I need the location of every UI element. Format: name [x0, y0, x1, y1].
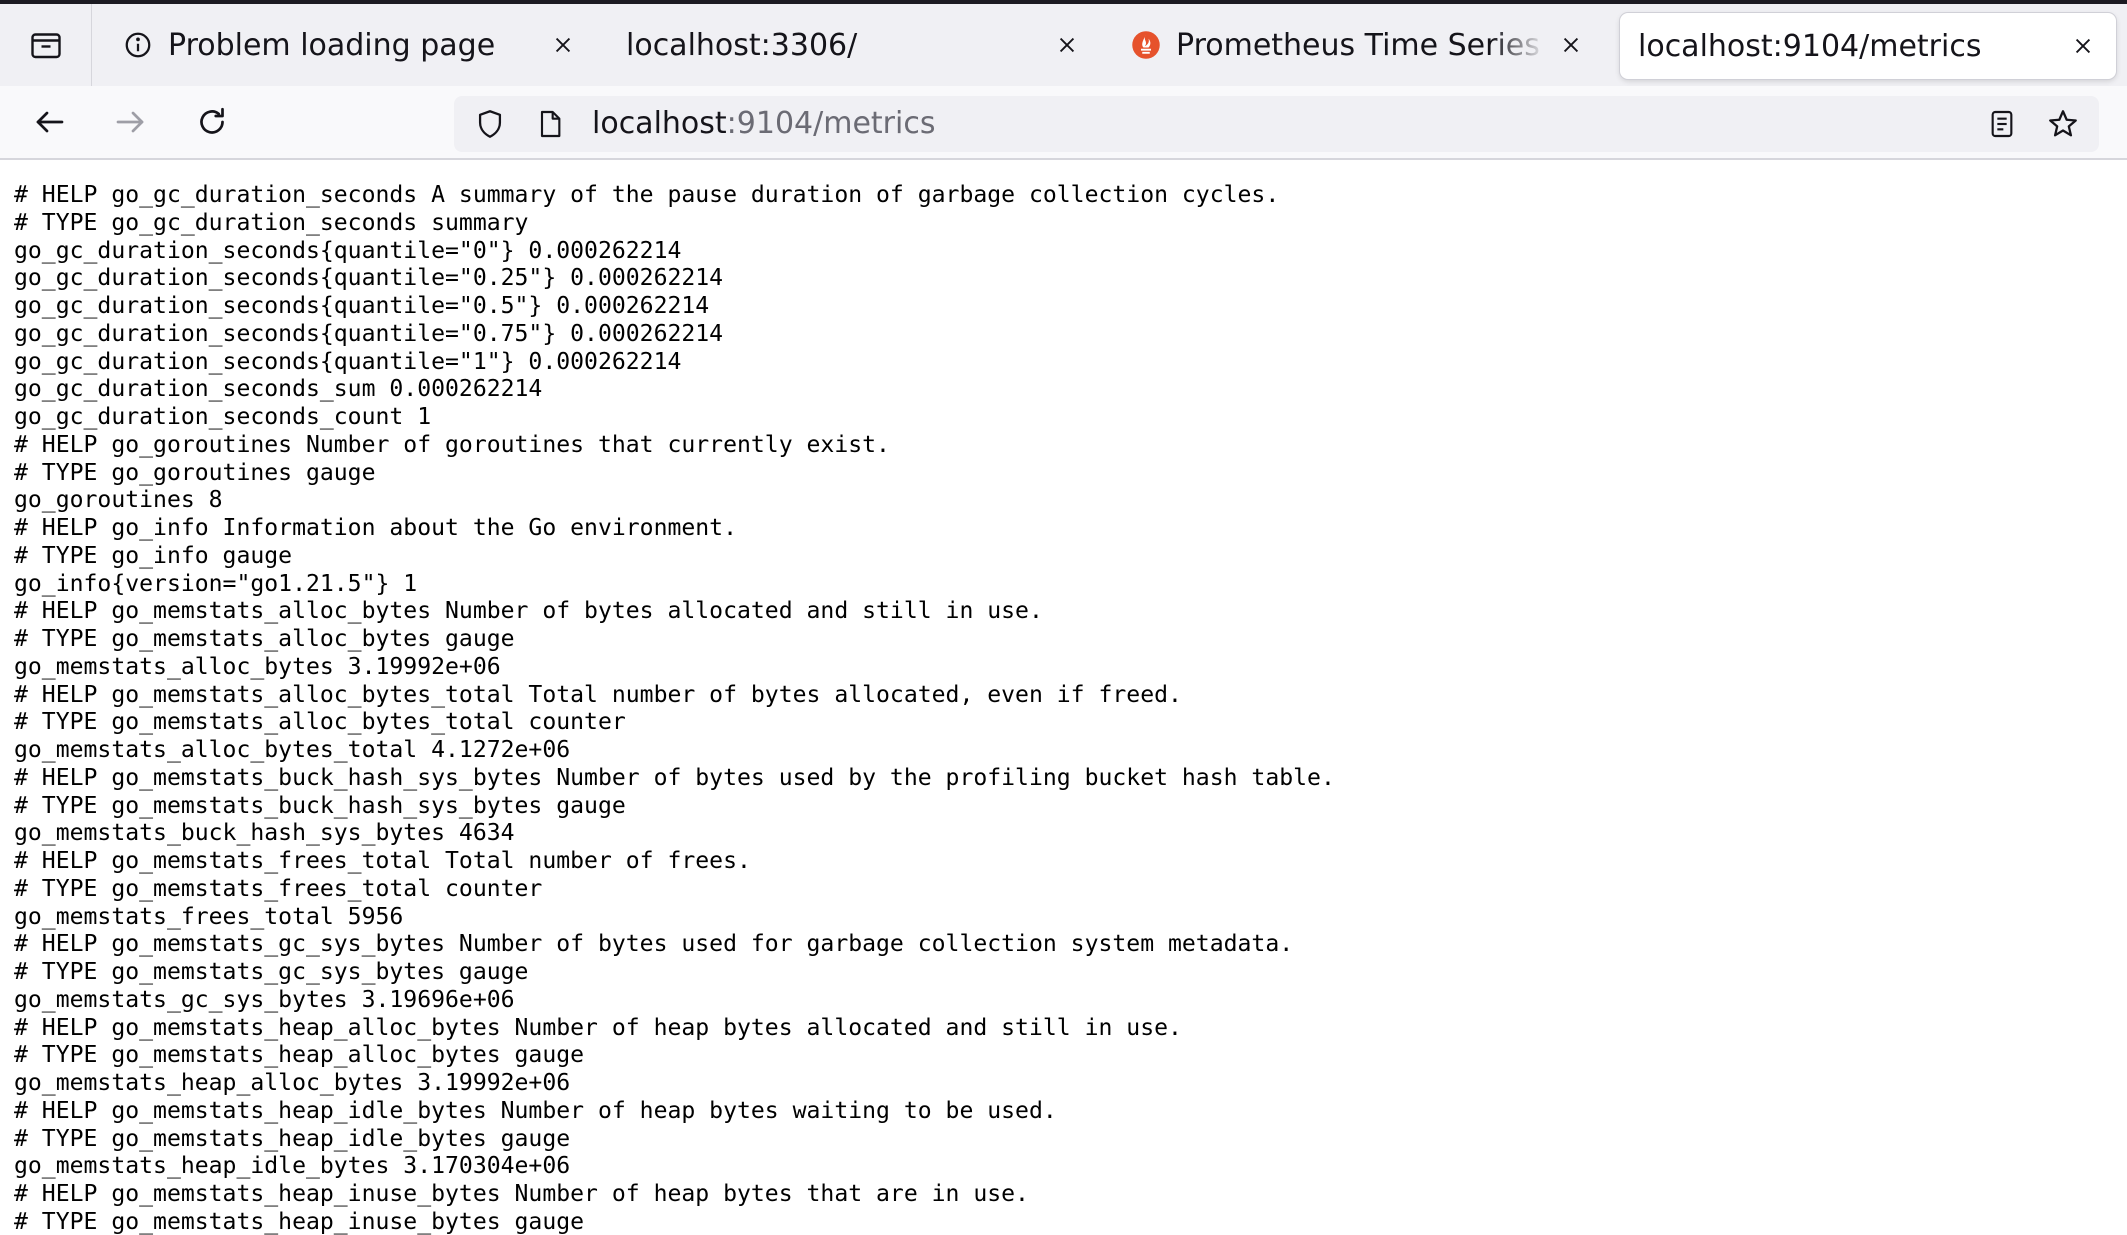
- prometheus-icon: [1130, 29, 1162, 61]
- metrics-line: go_memstats_alloc_bytes 3.19992e+06: [14, 653, 501, 680]
- info-icon: [122, 29, 154, 61]
- metrics-line: # HELP go_memstats_buck_hash_sys_bytes N…: [14, 764, 1335, 791]
- url-text[interactable]: localhost:9104/metrics: [592, 96, 935, 152]
- address-bar[interactable]: localhost:9104/metrics: [454, 96, 2099, 152]
- metrics-line: # TYPE go_memstats_heap_idle_bytes gauge: [14, 1125, 571, 1152]
- reload-icon: [200, 107, 224, 134]
- metrics-text: # HELP go_gc_duration_seconds A summary …: [14, 182, 2114, 1235]
- back-arrow-icon: [36, 111, 64, 133]
- close-tab-icon[interactable]: [548, 30, 578, 60]
- metrics-line: go_gc_duration_seconds{quantile="0.75"} …: [14, 320, 724, 347]
- metrics-line: go_memstats_alloc_bytes_total 4.1272e+06: [14, 737, 571, 763]
- metrics-line: go_gc_duration_seconds{quantile="0.25"} …: [14, 265, 724, 292]
- metrics-line: go_gc_duration_seconds_sum 0.000262214: [14, 376, 543, 403]
- metrics-line: # HELP go_memstats_frees_total Total num…: [14, 848, 751, 874]
- navigation-toolbar: localhost:9104/metrics: [0, 86, 2127, 160]
- close-tab-icon[interactable]: [1556, 30, 1586, 60]
- forward-button[interactable]: [104, 96, 156, 148]
- page-info-icon[interactable]: [532, 106, 568, 142]
- metrics-page-content: # HELP go_gc_duration_seconds A summary …: [14, 182, 2114, 1235]
- metrics-line: # HELP go_memstats_gc_sys_bytes Number o…: [14, 931, 1294, 958]
- reader-view-icon[interactable]: [1984, 106, 2020, 142]
- metrics-line: go_memstats_buck_hash_sys_bytes 4634: [14, 820, 515, 847]
- metrics-line: # HELP go_memstats_heap_alloc_bytes Numb…: [14, 1014, 1182, 1041]
- back-button[interactable]: [24, 96, 76, 148]
- tab-strip: Problem loading page localhost:3306/ Pro…: [0, 4, 2127, 86]
- metrics-line: # HELP go_memstats_heap_inuse_bytes Numb…: [14, 1181, 1029, 1207]
- tab-title: Prometheus Time Series Collection and Pr…: [1176, 27, 1546, 63]
- metrics-line: # TYPE go_memstats_gc_sys_bytes gauge: [14, 959, 529, 985]
- metrics-line: # TYPE go_memstats_heap_inuse_bytes gaug…: [14, 1208, 585, 1235]
- metrics-line: go_memstats_heap_alloc_bytes 3.19992e+06: [14, 1070, 571, 1096]
- metrics-line: go_memstats_gc_sys_bytes 3.19696e+06: [14, 986, 515, 1013]
- metrics-line: # HELP go_memstats_alloc_bytes_total Tot…: [14, 681, 1182, 708]
- forward-arrow-icon: [116, 111, 144, 133]
- tab-prometheus[interactable]: Prometheus Time Series Collection and Pr…: [1104, 4, 1604, 86]
- url-path: :9104/metrics: [726, 106, 936, 141]
- metrics-line: go_info{version="go1.21.5"} 1: [14, 570, 418, 597]
- close-tab-icon[interactable]: [2068, 31, 2098, 61]
- metrics-line: # HELP go_goroutines Number of goroutine…: [14, 431, 890, 458]
- close-tab-icon[interactable]: [1052, 30, 1082, 60]
- metrics-line: # TYPE go_goroutines gauge: [14, 459, 376, 486]
- metrics-line: # TYPE go_memstats_alloc_bytes gauge: [14, 626, 515, 652]
- metrics-line: # HELP go_info Information about the Go …: [14, 515, 737, 541]
- url-host: localhost: [592, 106, 727, 141]
- firefox-view-icon: [30, 33, 61, 59]
- metrics-line: # TYPE go_memstats_frees_total counter: [14, 875, 543, 902]
- metrics-line: # HELP go_gc_duration_seconds A summary …: [14, 182, 1280, 208]
- reload-button[interactable]: [186, 96, 238, 148]
- tab-localhost-3306[interactable]: localhost:3306/: [600, 4, 1100, 86]
- metrics-line: go_gc_duration_seconds{quantile="0"} 0.0…: [14, 237, 682, 264]
- metrics-line: # TYPE go_memstats_alloc_bytes_total cou…: [14, 709, 626, 736]
- metrics-line: go_gc_duration_seconds{quantile="0.5"} 0…: [14, 293, 710, 319]
- bookmark-star-icon[interactable]: [2045, 106, 2081, 142]
- tab-localhost-9104-metrics[interactable]: localhost:9104/metrics: [1620, 13, 2116, 79]
- tab-title: localhost:3306/: [626, 27, 858, 63]
- tab-title: Problem loading page: [168, 27, 496, 63]
- metrics-line: # TYPE go_memstats_buck_hash_sys_bytes g…: [14, 792, 626, 819]
- tracking-protection-shield-icon[interactable]: [472, 106, 508, 142]
- metrics-line: go_gc_duration_seconds{quantile="1"} 0.0…: [14, 348, 682, 375]
- metrics-line: # TYPE go_info gauge: [14, 542, 293, 569]
- metrics-line: go_gc_duration_seconds_count 1: [14, 404, 432, 430]
- tab-list-button[interactable]: [0, 4, 92, 86]
- metrics-line: # TYPE go_memstats_heap_alloc_bytes gaug…: [14, 1042, 585, 1069]
- metrics-line: go_memstats_frees_total 5956: [14, 903, 404, 930]
- tab-title: localhost:9104/metrics: [1638, 28, 1982, 64]
- metrics-line: # HELP go_memstats_alloc_bytes Number of…: [14, 598, 1043, 625]
- tab-problem-loading[interactable]: Problem loading page: [96, 4, 596, 86]
- metrics-line: # TYPE go_gc_duration_seconds summary: [14, 209, 529, 236]
- metrics-line: go_memstats_heap_idle_bytes 3.170304e+06: [14, 1153, 571, 1180]
- metrics-line: # HELP go_memstats_heap_idle_bytes Numbe…: [14, 1097, 1057, 1124]
- metrics-line: go_goroutines 8: [14, 487, 223, 514]
